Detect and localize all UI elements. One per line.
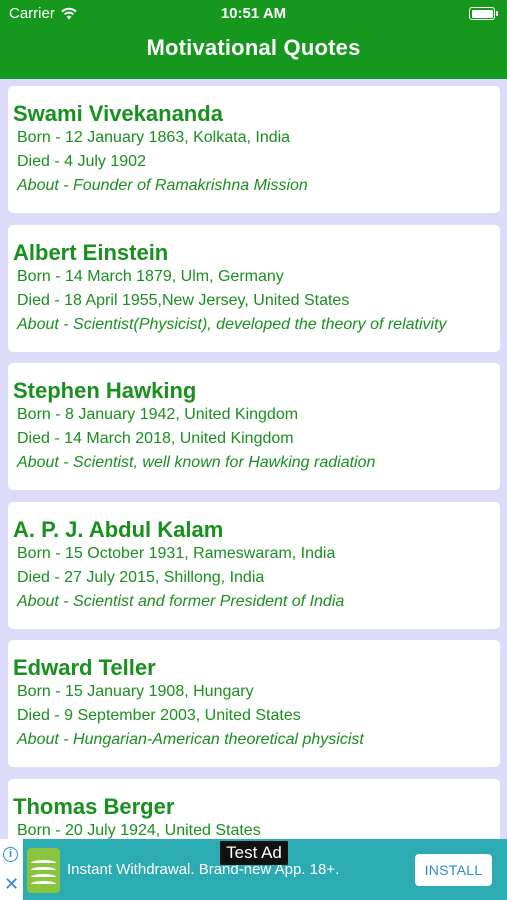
person-about: About - Founder of Ramakrishna Mission: [17, 177, 308, 194]
person-name: Stephen Hawking: [13, 378, 197, 403]
person-born: Born - 12 January 1863, Kolkata, India: [17, 129, 291, 146]
person-died: Died - 18 April 1955,New Jersey, United …: [17, 292, 350, 309]
person-name: Thomas Berger: [13, 794, 175, 819]
person-about: About - Scientist, well known for Hawkin…: [17, 454, 376, 471]
ad-controls: i ✕: [0, 839, 23, 900]
list-item[interactable]: Albert Einstein Born - 14 March 1879, Ul…: [8, 225, 500, 352]
person-died: Died - 27 July 2015, Shillong, India: [17, 569, 265, 586]
page-title: Motivational Quotes: [146, 35, 361, 60]
person-died: Died - 14 March 2018, United Kingdom: [17, 430, 294, 447]
person-died: Died - 4 July 1902: [17, 153, 146, 170]
person-died: Died - 9 September 2003, United States: [17, 707, 301, 724]
status-time: 10:51 AM: [220, 5, 287, 22]
status-bar: Carrier 10:51 AM: [0, 0, 507, 28]
app-header: Carrier 10:51 AM Motivational Quotes: [0, 0, 507, 79]
list-item[interactable]: A. P. J. Abdul Kalam Born - 15 October 1…: [8, 502, 500, 629]
install-button[interactable]: INSTALL: [415, 854, 492, 886]
person-name: Edward Teller: [13, 655, 156, 680]
list-item[interactable]: Edward Teller Born - 15 January 1908, Hu…: [8, 640, 500, 767]
person-born: Born - 15 January 1908, Hungary: [17, 683, 254, 700]
person-name: Albert Einstein: [13, 240, 169, 265]
person-born: Born - 14 March 1879, Ulm, Germany: [17, 268, 284, 285]
list-item[interactable]: Thomas Berger Born - 20 July 1924, Unite…: [8, 779, 500, 839]
ad-app-icon[interactable]: [27, 848, 60, 893]
person-born: Born - 20 July 1924, United States: [17, 822, 261, 839]
people-list[interactable]: Swami Vivekananda Born - 12 January 1863…: [0, 79, 507, 839]
person-born: Born - 15 October 1931, Rameswaram, Indi…: [17, 545, 336, 562]
close-icon[interactable]: ✕: [4, 875, 19, 893]
person-name: A. P. J. Abdul Kalam: [13, 517, 224, 542]
battery-icon: [469, 7, 498, 20]
person-about: About - Scientist(Physicist), developed …: [17, 316, 447, 333]
test-ad-label: Test Ad: [220, 841, 288, 865]
list-item[interactable]: Swami Vivekananda Born - 12 January 1863…: [8, 86, 500, 213]
person-born: Born - 8 January 1942, United Kingdom: [17, 406, 299, 423]
info-icon[interactable]: i: [3, 847, 18, 862]
person-about: About - Scientist and former President o…: [17, 593, 345, 610]
ad-text[interactable]: Instant Withdrawal. Brand-new App. 18+.: [67, 861, 339, 878]
person-name: Swami Vivekananda: [13, 101, 223, 126]
list-item[interactable]: Stephen Hawking Born - 8 January 1942, U…: [8, 363, 500, 490]
person-about: About - Hungarian-American theoretical p…: [17, 731, 364, 748]
